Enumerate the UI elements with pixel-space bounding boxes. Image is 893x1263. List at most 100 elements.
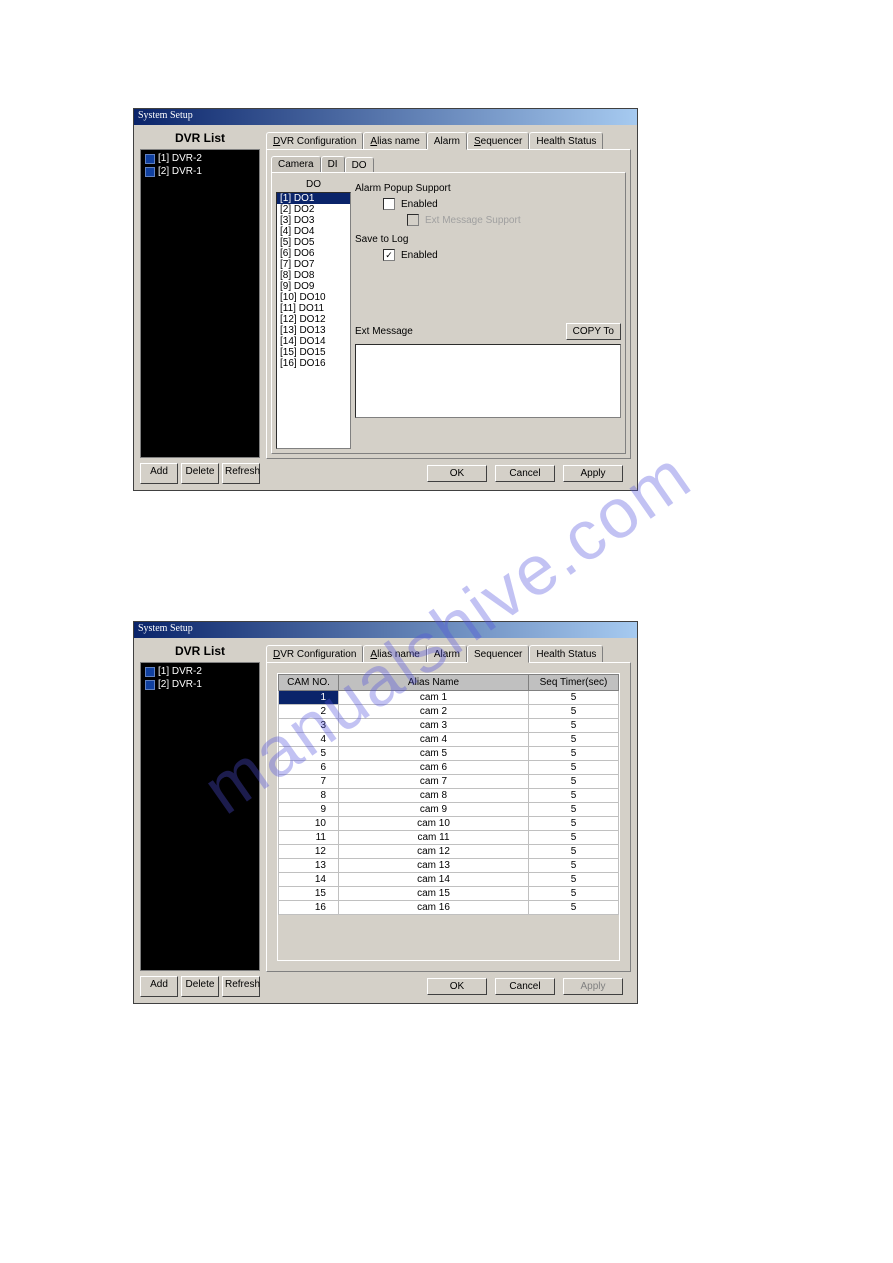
cell-alias[interactable]: cam 1	[339, 691, 529, 705]
cell-cam-no[interactable]: 13	[279, 859, 339, 873]
col-alias-name[interactable]: Alias Name	[339, 675, 529, 691]
table-row[interactable]: 10cam 105	[279, 817, 619, 831]
tree-item-dvr2[interactable]: [1] DVR-2	[143, 152, 257, 165]
subtab-do[interactable]: DO	[345, 157, 374, 173]
cell-seq-timer[interactable]: 5	[529, 761, 619, 775]
do-item-10[interactable]: [10] DO10	[277, 292, 350, 303]
cell-seq-timer[interactable]: 5	[529, 789, 619, 803]
refresh-button[interactable]: Refresh	[222, 463, 260, 484]
tab-alarm[interactable]: Alarm	[427, 645, 467, 662]
add-button[interactable]: Add	[140, 463, 178, 484]
table-row[interactable]: 2cam 25	[279, 705, 619, 719]
table-row[interactable]: 11cam 115	[279, 831, 619, 845]
cell-alias[interactable]: cam 5	[339, 747, 529, 761]
tab-health-status[interactable]: Health Status	[529, 132, 603, 149]
cell-cam-no[interactable]: 15	[279, 887, 339, 901]
cell-cam-no[interactable]: 14	[279, 873, 339, 887]
enabled-popup-checkbox[interactable]	[383, 198, 395, 210]
cell-seq-timer[interactable]: 5	[529, 817, 619, 831]
apply-button[interactable]: Apply	[563, 465, 623, 482]
cell-cam-no[interactable]: 16	[279, 901, 339, 915]
do-list[interactable]: [1] DO1 [2] DO2 [3] DO3 [4] DO4 [5] DO5 …	[276, 192, 351, 449]
cell-seq-timer[interactable]: 5	[529, 747, 619, 761]
subtab-di[interactable]: DI	[321, 156, 345, 172]
cancel-button[interactable]: Cancel	[495, 465, 555, 482]
do-item-9[interactable]: [9] DO9	[277, 281, 350, 292]
cell-cam-no[interactable]: 1	[279, 691, 339, 705]
cell-seq-timer[interactable]: 5	[529, 733, 619, 747]
do-item-2[interactable]: [2] DO2	[277, 204, 350, 215]
cell-alias[interactable]: cam 12	[339, 845, 529, 859]
table-row[interactable]: 13cam 135	[279, 859, 619, 873]
do-item-8[interactable]: [8] DO8	[277, 270, 350, 281]
table-row[interactable]: 8cam 85	[279, 789, 619, 803]
do-item-1[interactable]: [1] DO1	[277, 193, 350, 204]
do-item-4[interactable]: [4] DO4	[277, 226, 350, 237]
table-row[interactable]: 12cam 125	[279, 845, 619, 859]
table-row[interactable]: 4cam 45	[279, 733, 619, 747]
cancel-button[interactable]: Cancel	[495, 978, 555, 995]
do-item-13[interactable]: [13] DO13	[277, 325, 350, 336]
cell-alias[interactable]: cam 2	[339, 705, 529, 719]
cell-alias[interactable]: cam 15	[339, 887, 529, 901]
tab-sequencer[interactable]: Sequencer	[467, 132, 529, 149]
add-button[interactable]: Add	[140, 976, 178, 997]
sequencer-table[interactable]: CAM NO. Alias Name Seq Timer(sec) 1cam 1…	[278, 674, 619, 915]
do-item-5[interactable]: [5] DO5	[277, 237, 350, 248]
do-item-11[interactable]: [11] DO11	[277, 303, 350, 314]
tab-health-status[interactable]: Health Status	[529, 645, 603, 662]
cell-alias[interactable]: cam 10	[339, 817, 529, 831]
do-item-12[interactable]: [12] DO12	[277, 314, 350, 325]
cell-alias[interactable]: cam 7	[339, 775, 529, 789]
cell-alias[interactable]: cam 4	[339, 733, 529, 747]
table-row[interactable]: 15cam 155	[279, 887, 619, 901]
tree-item-dvr2[interactable]: [1] DVR-2	[143, 665, 257, 678]
refresh-button[interactable]: Refresh	[222, 976, 260, 997]
cell-seq-timer[interactable]: 5	[529, 845, 619, 859]
cell-seq-timer[interactable]: 5	[529, 775, 619, 789]
dvr-tree[interactable]: [1] DVR-2 [2] DVR-1	[140, 662, 260, 971]
cell-seq-timer[interactable]: 5	[529, 803, 619, 817]
delete-button[interactable]: Delete	[181, 463, 219, 484]
cell-cam-no[interactable]: 5	[279, 747, 339, 761]
cell-seq-timer[interactable]: 5	[529, 691, 619, 705]
cell-cam-no[interactable]: 4	[279, 733, 339, 747]
delete-button[interactable]: Delete	[181, 976, 219, 997]
do-item-3[interactable]: [3] DO3	[277, 215, 350, 226]
table-row[interactable]: 1cam 15	[279, 691, 619, 705]
ok-button[interactable]: OK	[427, 978, 487, 995]
cell-cam-no[interactable]: 2	[279, 705, 339, 719]
table-row[interactable]: 14cam 145	[279, 873, 619, 887]
cell-alias[interactable]: cam 8	[339, 789, 529, 803]
cell-cam-no[interactable]: 9	[279, 803, 339, 817]
enabled-log-checkbox[interactable]	[383, 249, 395, 261]
cell-alias[interactable]: cam 11	[339, 831, 529, 845]
cell-seq-timer[interactable]: 5	[529, 873, 619, 887]
table-row[interactable]: 16cam 165	[279, 901, 619, 915]
cell-cam-no[interactable]: 11	[279, 831, 339, 845]
cell-alias[interactable]: cam 6	[339, 761, 529, 775]
tab-alias-name[interactable]: Alias name	[363, 645, 426, 662]
cell-cam-no[interactable]: 3	[279, 719, 339, 733]
cell-alias[interactable]: cam 14	[339, 873, 529, 887]
cell-seq-timer[interactable]: 5	[529, 859, 619, 873]
cell-seq-timer[interactable]: 5	[529, 719, 619, 733]
table-row[interactable]: 9cam 95	[279, 803, 619, 817]
table-row[interactable]: 7cam 75	[279, 775, 619, 789]
cell-seq-timer[interactable]: 5	[529, 705, 619, 719]
table-row[interactable]: 3cam 35	[279, 719, 619, 733]
cell-seq-timer[interactable]: 5	[529, 887, 619, 901]
copy-to-button[interactable]: COPY To	[566, 323, 621, 340]
cell-seq-timer[interactable]: 5	[529, 901, 619, 915]
tab-dvr-configuration[interactable]: DVR Configuration	[266, 645, 363, 662]
ok-button[interactable]: OK	[427, 465, 487, 482]
tab-alarm[interactable]: Alarm	[427, 132, 467, 150]
tree-item-dvr1[interactable]: [2] DVR-1	[143, 165, 257, 178]
cell-cam-no[interactable]: 10	[279, 817, 339, 831]
cell-cam-no[interactable]: 8	[279, 789, 339, 803]
table-row[interactable]: 5cam 55	[279, 747, 619, 761]
col-cam-no[interactable]: CAM NO.	[279, 675, 339, 691]
tab-alias-name[interactable]: Alias name	[363, 132, 426, 149]
cell-cam-no[interactable]: 12	[279, 845, 339, 859]
cell-cam-no[interactable]: 7	[279, 775, 339, 789]
